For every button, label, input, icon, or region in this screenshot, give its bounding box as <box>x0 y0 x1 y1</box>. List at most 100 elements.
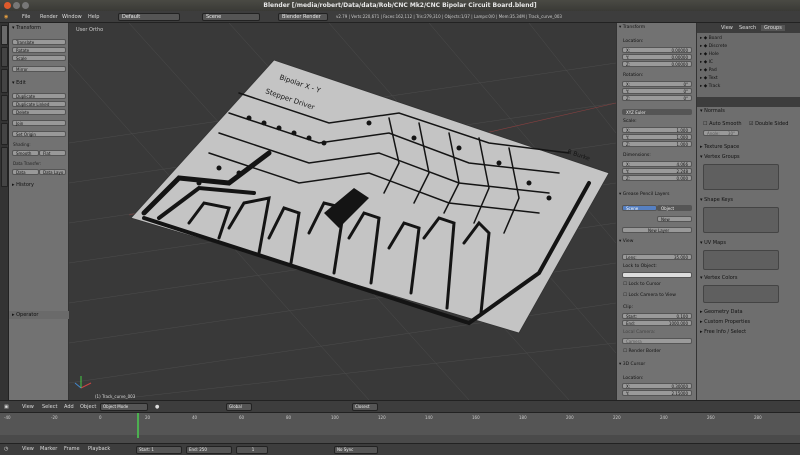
viewport-canvas[interactable]: Bipolar X - Y Stepper Driver R Burke <box>68 22 617 401</box>
vertex-groups-list[interactable] <box>703 164 779 190</box>
3d-cursor-header[interactable]: ▾ 3D Cursor <box>619 362 695 367</box>
uv-maps-list[interactable] <box>703 250 779 270</box>
grease-new-button[interactable]: New <box>657 216 692 222</box>
outliner-tab-groups[interactable]: Groups <box>761 25 785 31</box>
3d-viewport[interactable]: Bipolar X - Y Stepper Driver R Burke <box>68 22 617 401</box>
rotation-y-field[interactable]: Y: 0° <box>622 88 692 94</box>
location-z-field[interactable]: Z: 0.00000 <box>622 61 692 67</box>
rotation-z-field[interactable]: Z: 0° <box>622 95 692 101</box>
outliner-tab-view[interactable]: View <box>721 25 733 31</box>
cursor-x-field[interactable]: X: 0.30000 <box>622 383 692 389</box>
vertex-groups-header[interactable]: ▾ Vertex Groups <box>700 154 798 160</box>
screen-layout-select[interactable]: Default <box>118 13 180 21</box>
shape-keys-list[interactable] <box>703 207 779 233</box>
dimensions-z-field[interactable]: Z: 0.000 <box>622 175 692 181</box>
sync-mode-select[interactable]: No Sync <box>334 446 378 454</box>
timeline-menu-playback[interactable]: Playback <box>88 446 110 452</box>
edit-panel-header[interactable]: ▾ Edit <box>9 79 69 87</box>
timeline-editor-icon[interactable]: ◷ <box>4 446 8 452</box>
rotation-mode-select[interactable]: XYZ Euler <box>622 109 692 115</box>
timeline-menu-view[interactable]: View <box>22 446 34 452</box>
tab-tools[interactable] <box>1 25 8 45</box>
rotation-x-field[interactable]: X: 0° <box>622 81 692 87</box>
editor-type-icon[interactable]: ▣ <box>4 404 9 410</box>
duplicate-linked-button[interactable]: Duplicate Linked <box>12 101 66 107</box>
outliner-item-ic[interactable]: ▸ ◆ IC <box>700 59 713 66</box>
vertex-colors-list[interactable] <box>703 285 779 303</box>
tab-grease-pencil[interactable] <box>1 147 8 187</box>
tab-physics[interactable] <box>1 123 8 145</box>
menu-object[interactable]: Object <box>80 404 96 410</box>
lock-to-cursor-checkbox[interactable]: ☐ Lock to Cursor <box>623 282 699 287</box>
texture-space-header[interactable]: ▸ Texture Space <box>700 144 798 150</box>
menu-render[interactable]: Render <box>40 14 58 20</box>
timeline-menu-marker[interactable]: Marker <box>40 446 57 452</box>
vertex-colors-header[interactable]: ▾ Vertex Colors <box>700 275 798 281</box>
lock-object-field[interactable] <box>622 272 692 278</box>
render-border-checkbox[interactable]: ☐ Render Border <box>623 349 699 354</box>
grease-pencil-header[interactable]: ▾ Grease Pencil Layers <box>619 192 695 197</box>
snap-target-select[interactable]: Closest <box>352 403 378 411</box>
new-layer-button[interactable]: New Layer <box>622 227 692 233</box>
start-frame-field[interactable]: Start: 1 <box>136 446 182 454</box>
set-origin-button[interactable]: Set Origin <box>12 131 66 137</box>
properties-context-tabs[interactable] <box>697 97 800 107</box>
menu-help[interactable]: Help <box>88 14 99 20</box>
scale-button[interactable]: Scale <box>12 55 66 61</box>
dimensions-x-field[interactable]: X: 4.066 <box>622 161 692 167</box>
join-button[interactable]: Join <box>12 120 66 126</box>
grease-object-toggle[interactable]: Object <box>657 205 692 211</box>
location-y-field[interactable]: Y: 0.00000 <box>622 54 692 60</box>
end-frame-field[interactable]: End: 250 <box>186 446 232 454</box>
outliner-item-text[interactable]: ▸ ◆ Text <box>700 75 718 82</box>
render-engine-select[interactable]: Blender Render <box>278 13 328 21</box>
maximize-window-button[interactable] <box>22 2 29 9</box>
history-panel-header[interactable]: ▸ History <box>9 181 69 189</box>
dimensions-y-field[interactable]: Y: 2.248 <box>622 168 692 174</box>
flat-button[interactable]: Flat <box>39 150 66 156</box>
scene-select[interactable]: Scene <box>202 13 260 21</box>
close-window-button[interactable] <box>4 2 11 9</box>
outliner-item-hole[interactable]: ▸ ◆ Hole <box>700 51 719 58</box>
timeline-ruler[interactable]: -40 -20 0 20 40 60 80 100 120 140 160 18… <box>0 413 800 435</box>
operator-panel-header[interactable]: ▸ Operator <box>9 311 69 319</box>
location-x-field[interactable]: X: 0.00000 <box>622 47 692 53</box>
free-info-header[interactable]: ▸ Free Info / Select <box>700 329 798 335</box>
smooth-button[interactable]: Smooth <box>12 150 39 156</box>
lock-camera-checkbox[interactable]: ☐ Lock Camera to View <box>623 293 699 298</box>
tab-animation[interactable] <box>1 95 8 121</box>
custom-properties-header[interactable]: ▸ Custom Properties <box>700 319 798 325</box>
translate-button[interactable]: Translate <box>12 39 66 45</box>
outliner-item-discrete[interactable]: ▸ ◆ Discrete <box>700 43 727 50</box>
uv-maps-header[interactable]: ▾ UV Maps <box>700 240 798 246</box>
cursor-y-field[interactable]: Y: 2.15000 <box>622 390 692 396</box>
scale-y-field[interactable]: Y: 1.000 <box>622 134 692 140</box>
delete-button[interactable]: Delete <box>12 109 66 115</box>
tab-relations[interactable] <box>1 69 8 93</box>
data-layout-button[interactable]: Data Layo <box>39 169 66 175</box>
clip-end-field[interactable]: End: 1000.000 <box>622 320 692 326</box>
outliner-item-pad[interactable]: ▸ ◆ Pad <box>700 67 717 74</box>
menu-view[interactable]: View <box>22 404 34 410</box>
current-frame-field[interactable]: 1 <box>236 446 268 454</box>
viewport-shading-icon[interactable]: ● <box>155 404 159 410</box>
geometry-data-header[interactable]: ▸ Geometry Data <box>700 309 798 315</box>
outliner-tab-search[interactable]: Search <box>739 25 756 31</box>
transform-panel-header[interactable]: ▾ Transform <box>9 24 69 32</box>
normals-panel-header[interactable]: ▾ Normals <box>700 108 798 114</box>
scale-x-field[interactable]: X: 1.000 <box>622 127 692 133</box>
timeline-menu-frame[interactable]: Frame <box>64 446 80 452</box>
view-panel-header[interactable]: ▾ View <box>619 239 695 244</box>
local-camera-field[interactable]: Camera <box>622 338 692 344</box>
menu-window[interactable]: Window <box>62 14 82 20</box>
menu-select[interactable]: Select <box>42 404 57 410</box>
scale-z-field[interactable]: Z: 1.000 <box>622 141 692 147</box>
lens-field[interactable]: Lens: 35.000 <box>622 254 692 260</box>
timeline-playhead[interactable] <box>137 413 139 438</box>
data-button[interactable]: Data <box>12 169 39 175</box>
shape-keys-header[interactable]: ▾ Shape Keys <box>700 197 798 203</box>
menu-add[interactable]: Add <box>64 404 74 410</box>
duplicate-button[interactable]: Duplicate <box>12 93 66 99</box>
menu-file[interactable]: File <box>22 14 30 20</box>
minimize-window-button[interactable] <box>13 2 20 9</box>
